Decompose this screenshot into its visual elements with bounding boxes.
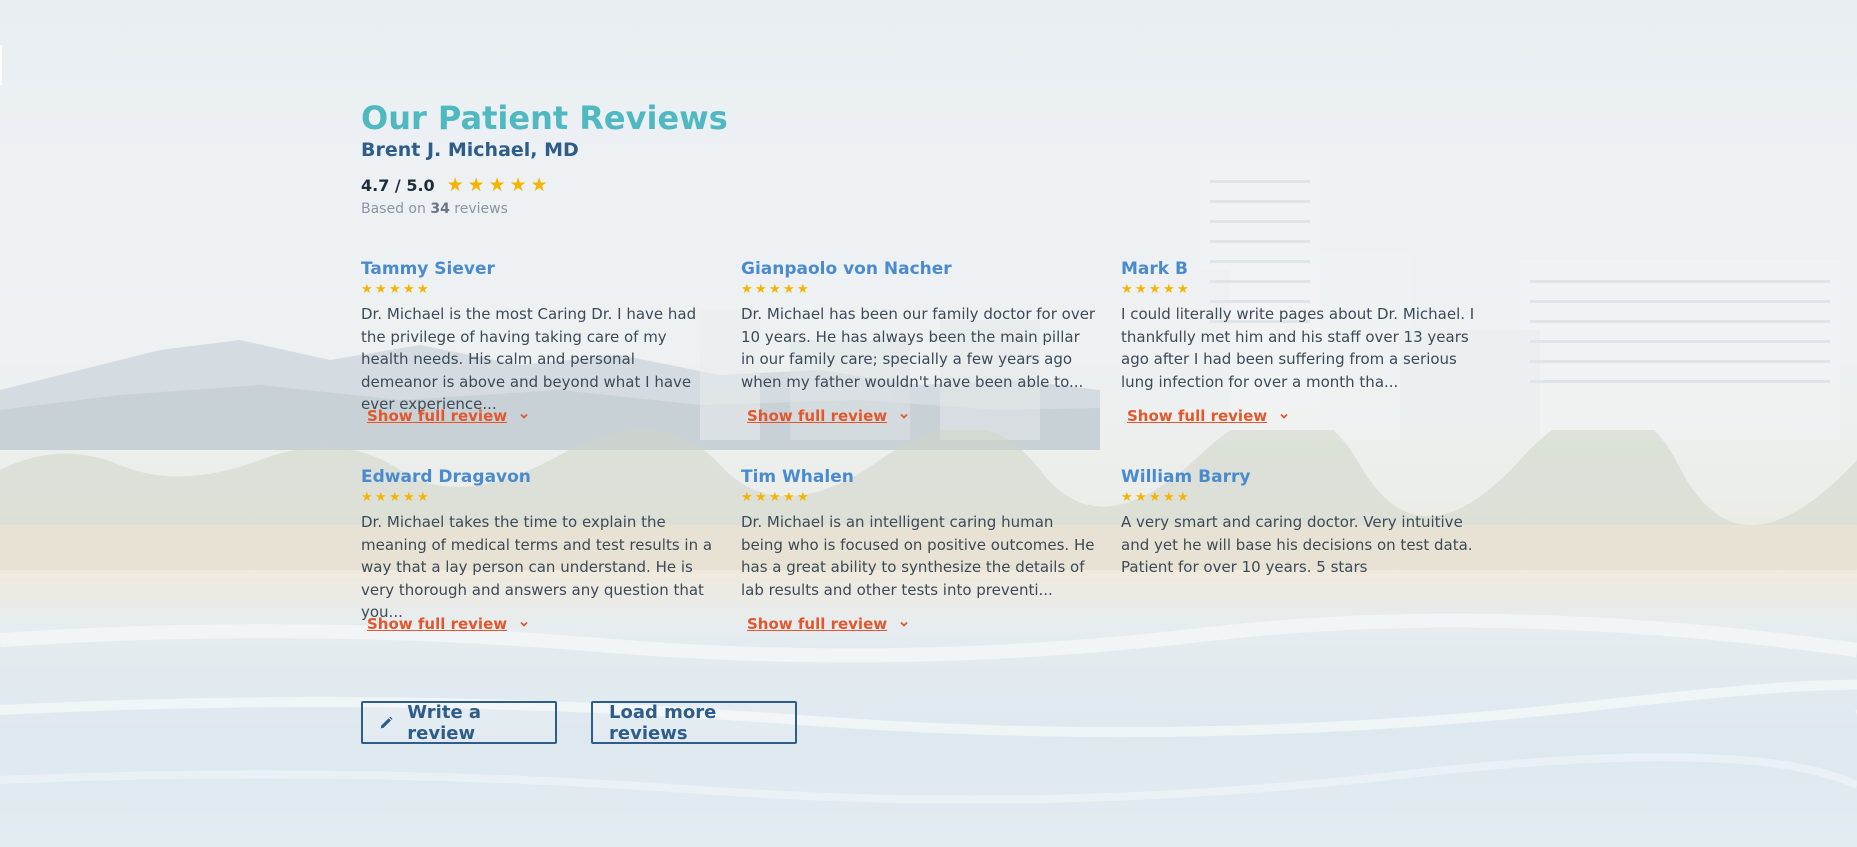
show-full-review-label: Show full review (367, 615, 508, 633)
review-card: Tammy Siever ★ ★ ★ ★ ★ Dr. Michael is the mo… (361, 259, 741, 443)
review-card: Gianpaolo von Nacher ★ ★ ★ ★ ★ Dr. Michael h… (741, 259, 1121, 443)
pencil-icon (380, 716, 393, 728)
rating-stars: ★ ★ ★ ★ ★ (446, 174, 549, 196)
star-icon: ★ (488, 174, 506, 196)
write-review-button[interactable]: Write a review (361, 701, 557, 744)
star-icon: ★ (769, 490, 781, 505)
star-icon: ★ (530, 174, 548, 196)
reviewer-name: William Barry (1121, 467, 1251, 487)
star-icon: ★ (417, 282, 429, 297)
write-review-label: Write a review (407, 701, 482, 744)
review-stars: ★ ★ ★ ★ ★ (741, 283, 1121, 297)
star-icon: ★ (389, 282, 401, 297)
review-text: I could literally write pages about Dr. … (1121, 305, 1475, 391)
chevron-down-icon (1280, 413, 1288, 419)
star-icon: ★ (769, 282, 781, 297)
star-icon: ★ (509, 174, 527, 196)
show-full-review-link[interactable]: Show full review (1127, 407, 1289, 425)
show-full-review-label: Show full review (747, 407, 888, 425)
show-full-review-link[interactable]: Show full review (747, 615, 909, 633)
star-icon: ★ (403, 490, 415, 505)
star-icon: ★ (1163, 282, 1175, 297)
star-icon: ★ (797, 282, 809, 297)
reviewer-name: Gianpaolo von Nacher (741, 259, 952, 279)
page: Our Patient Reviews Brent J. Michael, MD… (0, 0, 1857, 847)
review-actions: Write a review Load more reviews (361, 701, 797, 744)
star-icon: ★ (1135, 490, 1147, 505)
star-icon: ★ (1135, 282, 1147, 297)
star-icon: ★ (741, 490, 753, 505)
star-icon: ★ (375, 282, 387, 297)
star-icon: ★ (1121, 490, 1133, 505)
based-on-suffix: reviews (454, 201, 508, 217)
star-icon: ★ (361, 282, 373, 297)
chevron-down-icon (520, 621, 528, 627)
star-icon: ★ (783, 490, 795, 505)
star-icon: ★ (783, 282, 795, 297)
review-count: Based on 34 reviews (361, 199, 1501, 219)
reviewer-name: Tammy Siever (361, 259, 495, 279)
review-text: A very smart and caring doctor. Very int… (1121, 513, 1473, 576)
review-card: Tim Whalen ★ ★ ★ ★ ★ Dr. Michael is an intel… (741, 467, 1121, 651)
load-more-reviews-button[interactable]: Load more reviews (591, 701, 797, 744)
review-card: William Barry ★ ★ ★ ★ ★ A very smart and car… (1121, 467, 1501, 651)
doctor-name: Brent J. Michael, MD (361, 139, 579, 161)
star-icon: ★ (403, 282, 415, 297)
star-icon: ★ (741, 282, 753, 297)
overall-rating: 4.7 / 5.0 ★ ★ ★ ★ ★ (361, 174, 1501, 196)
review-text: Dr. Michael has been our family doctor f… (741, 305, 1096, 391)
reviewer-name: Edward Dragavon (361, 467, 531, 487)
based-on-count: 34 (430, 201, 450, 217)
star-icon: ★ (1163, 490, 1175, 505)
star-icon: ★ (755, 490, 767, 505)
review-stars: ★ ★ ★ ★ ★ (361, 283, 741, 297)
star-icon: ★ (1149, 282, 1161, 297)
reviewer-name: Mark B (1121, 259, 1188, 279)
star-icon: ★ (1177, 490, 1189, 505)
review-stars: ★ ★ ★ ★ ★ (1121, 491, 1501, 505)
edge-mark (0, 45, 2, 85)
star-icon: ★ (417, 490, 429, 505)
chevron-down-icon (900, 413, 908, 419)
show-full-review-label: Show full review (1127, 407, 1268, 425)
review-stars: ★ ★ ★ ★ ★ (1121, 283, 1501, 297)
star-icon: ★ (1121, 282, 1133, 297)
review-card: Mark B ★ ★ ★ ★ ★ I could literally write pag… (1121, 259, 1501, 443)
show-full-review-link[interactable]: Show full review (367, 407, 529, 425)
review-text: Dr. Michael takes the time to explain th… (361, 513, 713, 621)
show-full-review-label: Show full review (747, 615, 888, 633)
star-icon: ★ (797, 490, 809, 505)
show-full-review-label: Show full review (367, 407, 508, 425)
show-full-review-link[interactable]: Show full review (747, 407, 909, 425)
section-title: Our Patient Reviews (361, 99, 728, 137)
reviewer-name: Tim Whalen (741, 467, 854, 487)
review-text: Dr. Michael is the most Caring Dr. I hav… (361, 305, 697, 413)
reviews-section: Our Patient Reviews Brent J. Michael, MD… (361, 98, 1501, 651)
show-full-review-link[interactable]: Show full review (367, 615, 529, 633)
chevron-down-icon (900, 621, 908, 627)
star-icon: ★ (1177, 282, 1189, 297)
star-icon: ★ (361, 490, 373, 505)
star-icon: ★ (755, 282, 767, 297)
based-on-prefix: Based on (361, 201, 426, 217)
chevron-down-icon (520, 413, 528, 419)
review-text: Dr. Michael is an intelligent caring hum… (741, 513, 1095, 599)
star-icon: ★ (1149, 490, 1161, 505)
review-stars: ★ ★ ★ ★ ★ (741, 491, 1121, 505)
star-icon: ★ (467, 174, 485, 196)
reviews-grid: Tammy Siever ★ ★ ★ ★ ★ Dr. Michael is the mo… (361, 259, 1501, 651)
star-icon: ★ (389, 490, 401, 505)
rating-value: 4.7 / 5.0 (361, 175, 435, 195)
review-card: Edward Dragavon ★ ★ ★ ★ ★ Dr. Michael takes … (361, 467, 741, 651)
star-icon: ★ (375, 490, 387, 505)
star-icon: ★ (446, 174, 464, 196)
review-stars: ★ ★ ★ ★ ★ (361, 491, 741, 505)
load-more-label: Load more reviews (609, 701, 717, 744)
